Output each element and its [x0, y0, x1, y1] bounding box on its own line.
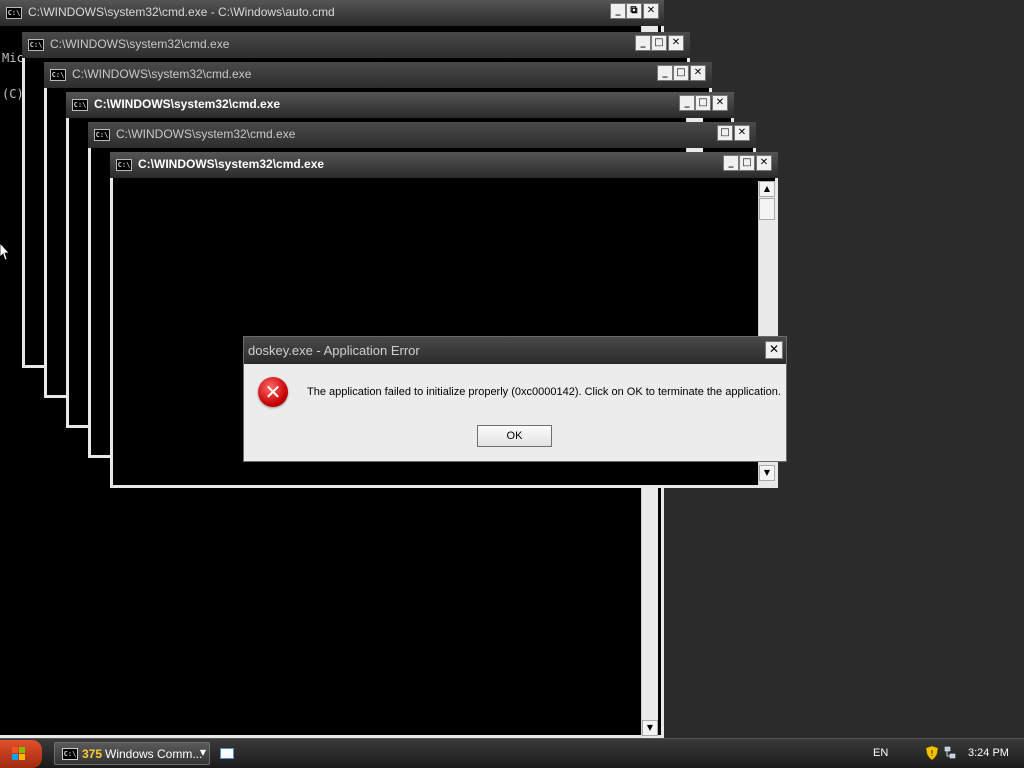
minimize-button[interactable]: _: [610, 3, 626, 19]
window-titlebar[interactable]: C:\ C:\WINDOWS\system32\cmd.exe _ □ ✕: [66, 92, 734, 118]
window-title: C:\WINDOWS\system32\cmd.exe: [72, 67, 252, 81]
maximize-button[interactable]: □: [739, 155, 755, 171]
window-title: C:\WINDOWS\system32\cmd.exe: [138, 157, 325, 171]
maximize-button[interactable]: □: [717, 125, 733, 141]
window-titlebar[interactable]: C:\ C:\WINDOWS\system32\cmd.exe □ ✕: [88, 122, 756, 148]
close-button[interactable]: ✕: [643, 3, 659, 19]
svg-text:!: !: [930, 749, 933, 758]
scroll-up-button[interactable]: ▲: [759, 181, 775, 197]
window-title: C:\WINDOWS\system32\cmd.exe: [116, 127, 296, 141]
system-clock[interactable]: 3:24 PM: [968, 747, 1009, 759]
language-indicator[interactable]: EN: [873, 747, 888, 759]
application-error-dialog[interactable]: doskey.exe - Application Error ✕ ✕ The a…: [243, 336, 787, 462]
start-button[interactable]: [0, 740, 42, 768]
window-title: C:\WINDOWS\system32\cmd.exe - C:\Windows…: [28, 5, 335, 19]
maximize-button[interactable]: □: [673, 65, 689, 81]
taskbar-group-button[interactable]: C:\ 375 Windows Comm... ▼: [54, 742, 210, 765]
scroll-down-button[interactable]: ▼: [642, 720, 658, 736]
dialog-title: doskey.exe - Application Error: [248, 343, 420, 358]
window-count: 375: [82, 747, 103, 761]
close-button[interactable]: ✕: [756, 155, 772, 171]
error-icon: ✕: [258, 377, 288, 407]
cmd-icon: C:\: [28, 39, 44, 51]
close-button[interactable]: ✕: [690, 65, 706, 81]
scroll-thumb[interactable]: [759, 198, 775, 220]
cmd-icon: C:\: [72, 99, 88, 111]
taskbar-group-label: Windows Comm...: [105, 747, 203, 761]
minimize-button[interactable]: _: [723, 155, 739, 171]
cmd-icon: C:\: [116, 159, 132, 171]
restore-button[interactable]: ⧉: [626, 3, 642, 19]
maximize-button[interactable]: □: [651, 35, 667, 51]
cmd-icon: C:\: [6, 7, 22, 19]
dialog-titlebar[interactable]: doskey.exe - Application Error ✕: [244, 337, 786, 364]
taskbar: C:\ 375 Windows Comm... ▼ EN ! 3:24 PM: [0, 738, 1024, 768]
mouse-cursor-icon: [0, 243, 10, 261]
dialog-close-button[interactable]: ✕: [765, 341, 783, 359]
cmd-icon: C:\: [50, 69, 66, 81]
minimize-button[interactable]: _: [635, 35, 651, 51]
dialog-message: The application failed to initialize pro…: [307, 386, 781, 398]
minimize-button[interactable]: _: [657, 65, 673, 81]
window-title: C:\WINDOWS\system32\cmd.exe: [94, 97, 281, 111]
minimize-button[interactable]: _: [679, 95, 695, 111]
scroll-down-button[interactable]: ▼: [759, 465, 775, 481]
close-button[interactable]: ✕: [668, 35, 684, 51]
chevron-down-icon: ▼: [199, 748, 206, 757]
window-titlebar[interactable]: C:\ C:\WINDOWS\system32\cmd.exe _ □ ✕: [22, 32, 690, 58]
window-titlebar[interactable]: C:\ C:\WINDOWS\system32\cmd.exe - C:\Win…: [0, 0, 664, 26]
window-titlebar[interactable]: C:\ C:\WINDOWS\system32\cmd.exe _ □ ✕: [44, 62, 712, 88]
security-shield-icon[interactable]: !: [926, 746, 938, 760]
close-button[interactable]: ✕: [734, 125, 750, 141]
close-button[interactable]: ✕: [712, 95, 728, 111]
ok-button[interactable]: OK: [477, 425, 552, 447]
network-icon[interactable]: [944, 746, 956, 760]
window-title: C:\WINDOWS\system32\cmd.exe: [50, 37, 230, 51]
cmd-icon: C:\: [94, 129, 110, 141]
windows-logo-icon: [12, 747, 25, 760]
maximize-button[interactable]: □: [695, 95, 711, 111]
show-desktop-icon[interactable]: [220, 748, 234, 759]
window-titlebar[interactable]: C:\ C:\WINDOWS\system32\cmd.exe _ □ ✕: [110, 152, 778, 178]
cmd-icon: C:\: [62, 748, 78, 760]
